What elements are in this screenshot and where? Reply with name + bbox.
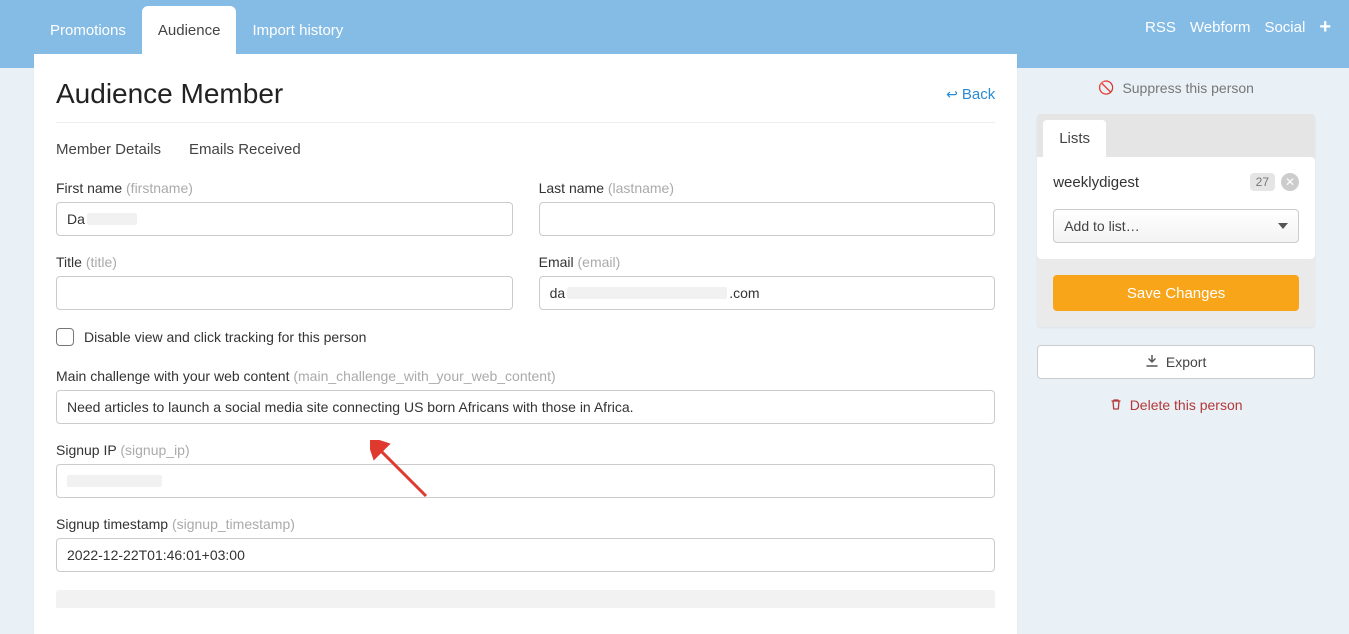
label-firstname: First name (firstname) bbox=[56, 180, 513, 196]
redacted-firstname bbox=[87, 213, 137, 225]
page-title: Audience Member bbox=[56, 78, 283, 110]
trash-icon bbox=[1110, 397, 1122, 413]
topbar-right-links: RSS Webform Social + bbox=[1145, 0, 1339, 54]
label-lastname: Last name (lastname) bbox=[539, 180, 996, 196]
tab-import-history[interactable]: Import history bbox=[236, 6, 359, 54]
sub-tabs: Member Details Emails Received bbox=[34, 129, 995, 180]
lists-tab[interactable]: Lists bbox=[1043, 120, 1106, 157]
download-icon bbox=[1146, 354, 1158, 370]
main-challenge-input[interactable] bbox=[56, 390, 995, 424]
label-signup-ip: Signup IP (signup_ip) bbox=[56, 442, 995, 458]
suppress-icon: 🚫 bbox=[1098, 80, 1114, 96]
back-arrow-icon: ↩ bbox=[946, 86, 958, 103]
export-button[interactable]: Export bbox=[1037, 345, 1315, 379]
email-input[interactable]: da.com bbox=[539, 276, 996, 310]
label-signup-timestamp: Signup timestamp (signup_timestamp) bbox=[56, 516, 995, 532]
save-changes-button[interactable]: Save Changes bbox=[1053, 275, 1299, 311]
main-panel: Audience Member ↩ Back Member Details Em… bbox=[34, 54, 1017, 634]
sidebar: 🚫 Suppress this person Lists weeklydiges… bbox=[1037, 54, 1315, 634]
redacted-signup-ip bbox=[67, 475, 162, 487]
list-name[interactable]: weeklydigest bbox=[1053, 174, 1139, 191]
add-to-list-select[interactable]: Add to list… bbox=[1053, 209, 1299, 243]
tab-promotions[interactable]: Promotions bbox=[34, 6, 142, 54]
primary-tabs: Promotions Audience Import history bbox=[34, 0, 359, 54]
list-count-badge: 27 bbox=[1250, 173, 1275, 191]
subtab-member-details[interactable]: Member Details bbox=[56, 141, 161, 158]
signup-timestamp-input[interactable] bbox=[56, 538, 995, 572]
lastname-input[interactable] bbox=[539, 202, 996, 236]
disable-tracking-label: Disable view and click tracking for this… bbox=[84, 329, 366, 345]
remove-list-icon[interactable]: ✕ bbox=[1281, 173, 1299, 191]
member-form: First name (firstname) Da Last name (las… bbox=[56, 180, 995, 572]
back-link-label: Back bbox=[962, 86, 995, 103]
subtab-emails-received[interactable]: Emails Received bbox=[189, 141, 301, 158]
rss-link[interactable]: RSS bbox=[1145, 19, 1176, 36]
lists-card: Lists weeklydigest 27 ✕ Add to list… Sav… bbox=[1037, 114, 1315, 327]
plus-icon[interactable]: + bbox=[1319, 17, 1331, 37]
redacted-email bbox=[567, 287, 727, 299]
social-link[interactable]: Social bbox=[1264, 19, 1305, 36]
label-main-challenge: Main challenge with your web content (ma… bbox=[56, 368, 995, 384]
label-title: Title (title) bbox=[56, 254, 513, 270]
tab-audience[interactable]: Audience bbox=[142, 6, 237, 54]
label-email: Email (email) bbox=[539, 254, 996, 270]
delete-person-link[interactable]: Delete this person bbox=[1037, 397, 1315, 413]
section-divider bbox=[56, 590, 995, 608]
back-link[interactable]: ↩ Back bbox=[946, 86, 995, 103]
chevron-down-icon bbox=[1278, 223, 1288, 229]
list-row: weeklydigest 27 ✕ bbox=[1053, 173, 1299, 191]
title-input[interactable] bbox=[56, 276, 513, 310]
top-navbar: Promotions Audience Import history RSS W… bbox=[0, 0, 1349, 54]
suppress-person-link[interactable]: 🚫 Suppress this person bbox=[1037, 68, 1315, 114]
signup-ip-input[interactable] bbox=[56, 464, 995, 498]
firstname-input[interactable]: Da bbox=[56, 202, 513, 236]
webform-link[interactable]: Webform bbox=[1190, 19, 1251, 36]
disable-tracking-checkbox[interactable] bbox=[56, 328, 74, 346]
